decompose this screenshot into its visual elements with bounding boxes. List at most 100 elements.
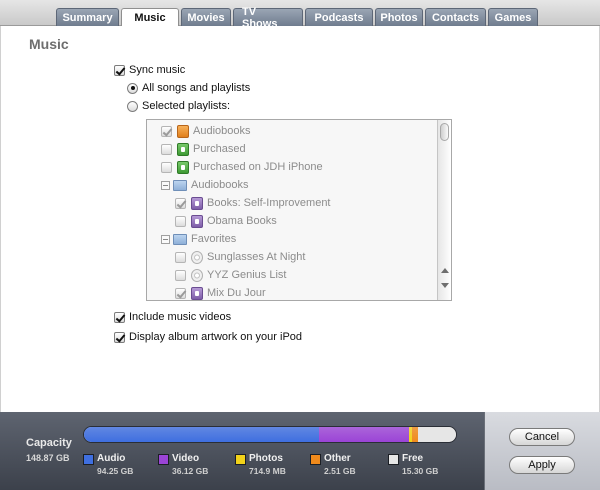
playlist-label: YYZ Genius List	[207, 269, 287, 281]
display-artwork-checkbox[interactable]: Display album artwork on your iPod	[114, 331, 302, 343]
book-playlist-icon	[191, 286, 203, 300]
legend-photos: Photos 714.9 MB	[235, 453, 286, 477]
sync-music-check-icon[interactable]	[114, 64, 125, 76]
playlist-label: Favorites	[191, 233, 237, 245]
collapse-icon[interactable]	[161, 180, 170, 190]
legend-video: Video 36.12 GB	[158, 453, 208, 477]
book-playlist-icon	[191, 196, 203, 210]
legend-value: 15.30 GB	[402, 466, 439, 476]
playlist-checkbox[interactable]	[175, 215, 186, 227]
legend-name: Video	[172, 453, 200, 464]
legend-value: 2.51 GB	[324, 466, 356, 476]
legend-swatch	[388, 454, 399, 465]
tabs: Summary Music Movies TV Shows Podcasts Photos…	[56, 6, 540, 30]
all-songs-label: All songs and playlists	[142, 82, 251, 94]
music-pane: Music Sync music All songs and playlists…	[0, 26, 600, 412]
playlist-item[interactable]: Audiobooks	[161, 122, 251, 140]
legend-value: 36.12 GB	[172, 466, 209, 476]
legend-name: Photos	[249, 453, 283, 464]
tab-games[interactable]: Games	[488, 8, 538, 26]
playlist-label: Audiobooks	[193, 125, 251, 137]
capacity-meter	[83, 426, 457, 443]
playlist-list[interactable]: Audiobooks Purchased Purchased on JDH iPho…	[146, 119, 452, 301]
playlist-label: Books: Self-Improvement	[207, 197, 331, 209]
tab-contacts[interactable]: Contacts	[425, 8, 486, 26]
playlist-checkbox[interactable]	[175, 269, 186, 281]
playlist-checkbox[interactable]	[161, 161, 172, 173]
playlist-item[interactable]: Sunglasses At Night	[175, 248, 305, 266]
include-videos-check-icon[interactable]	[114, 311, 125, 323]
playlist-item[interactable]: Obama Books	[175, 212, 277, 230]
scroll-up-arrow-icon[interactable]	[441, 268, 449, 273]
folder-icon	[173, 179, 187, 191]
capacity-segment-audio	[84, 427, 319, 442]
playlist-item[interactable]: Purchased	[161, 140, 246, 158]
book-playlist-icon	[191, 214, 203, 228]
legend-swatch	[83, 454, 94, 465]
legend-swatch	[310, 454, 321, 465]
sync-music-checkbox[interactable]: Sync music	[114, 64, 185, 76]
playlist-item[interactable]: Audiobooks	[161, 176, 249, 194]
playlist-scrollbar[interactable]	[437, 120, 451, 300]
tab-tv-shows[interactable]: TV Shows	[233, 6, 303, 30]
tab-summary[interactable]: Summary	[56, 8, 119, 26]
audiobook-icon	[177, 124, 189, 138]
capacity-segment-free	[417, 427, 456, 442]
scrollbar-thumb[interactable]	[440, 123, 449, 141]
selected-playlists-label: Selected playlists:	[142, 100, 231, 112]
playlist-label: Audiobooks	[191, 179, 249, 191]
legend-swatch	[158, 454, 169, 465]
selected-playlists-radio[interactable]: Selected playlists:	[127, 100, 230, 112]
playlist-checkbox[interactable]	[161, 143, 172, 155]
tab-photos[interactable]: Photos	[375, 8, 423, 26]
legend-other: Other 2.51 GB	[310, 453, 356, 477]
playlist-item[interactable]: Purchased on JDH iPhone	[161, 158, 323, 176]
radio-selected-icon[interactable]	[127, 82, 138, 94]
legend-free: Free 15.30 GB	[388, 453, 438, 477]
playlist-item[interactable]: Mix Du Jour	[175, 284, 266, 300]
capacity-segment-video	[318, 427, 409, 442]
playlist-checkbox[interactable]	[175, 197, 186, 209]
capacity-label: Capacity	[26, 437, 72, 449]
radio-unselected-icon[interactable]	[127, 100, 138, 112]
legend-swatch	[235, 454, 246, 465]
smart-playlist-icon	[191, 268, 203, 282]
playlist-label: Sunglasses At Night	[207, 251, 306, 263]
include-music-videos-label: Include music videos	[129, 311, 232, 323]
purchased-playlist-icon	[177, 160, 189, 174]
capacity-total: 148.87 GB	[26, 453, 70, 463]
legend-name: Audio	[97, 453, 126, 464]
tab-movies[interactable]: Movies	[181, 8, 231, 26]
tab-music[interactable]: Music	[121, 8, 179, 27]
playlist-item[interactable]: Favorites	[161, 230, 236, 248]
smart-playlist-icon	[191, 250, 203, 264]
playlist-checkbox[interactable]	[175, 287, 186, 299]
legend-name: Free	[402, 453, 424, 464]
playlist-checkbox[interactable]	[161, 125, 172, 137]
include-music-videos-checkbox[interactable]: Include music videos	[114, 311, 231, 323]
legend-audio: Audio 94.25 GB	[83, 453, 133, 477]
sync-music-label: Sync music	[129, 64, 186, 76]
playlist-label: Purchased	[193, 143, 246, 155]
legend-name: Other	[324, 453, 351, 464]
collapse-icon[interactable]	[161, 234, 170, 244]
playlist-label: Obama Books	[207, 215, 277, 227]
legend-value: 714.9 MB	[249, 466, 286, 476]
display-artwork-check-icon[interactable]	[114, 331, 125, 343]
tab-podcasts[interactable]: Podcasts	[305, 8, 373, 26]
playlist-item[interactable]: YYZ Genius List	[175, 266, 286, 284]
apply-button[interactable]: Apply	[509, 456, 575, 474]
scroll-down-arrow-icon[interactable]	[441, 283, 449, 288]
display-artwork-label: Display album artwork on your iPod	[129, 331, 303, 343]
playlist-label: Purchased on JDH iPhone	[193, 161, 323, 173]
all-songs-radio[interactable]: All songs and playlists	[127, 82, 250, 94]
playlist-item[interactable]: Books: Self-Improvement	[175, 194, 331, 212]
playlist-checkbox[interactable]	[175, 251, 186, 263]
purchased-playlist-icon	[177, 142, 189, 156]
button-panel: Cancel Apply	[484, 412, 600, 490]
folder-icon	[173, 233, 187, 245]
legend-value: 94.25 GB	[97, 466, 134, 476]
cancel-button[interactable]: Cancel	[509, 428, 575, 446]
page-title: Music	[29, 36, 69, 52]
playlist-label: Mix Du Jour	[207, 287, 266, 299]
